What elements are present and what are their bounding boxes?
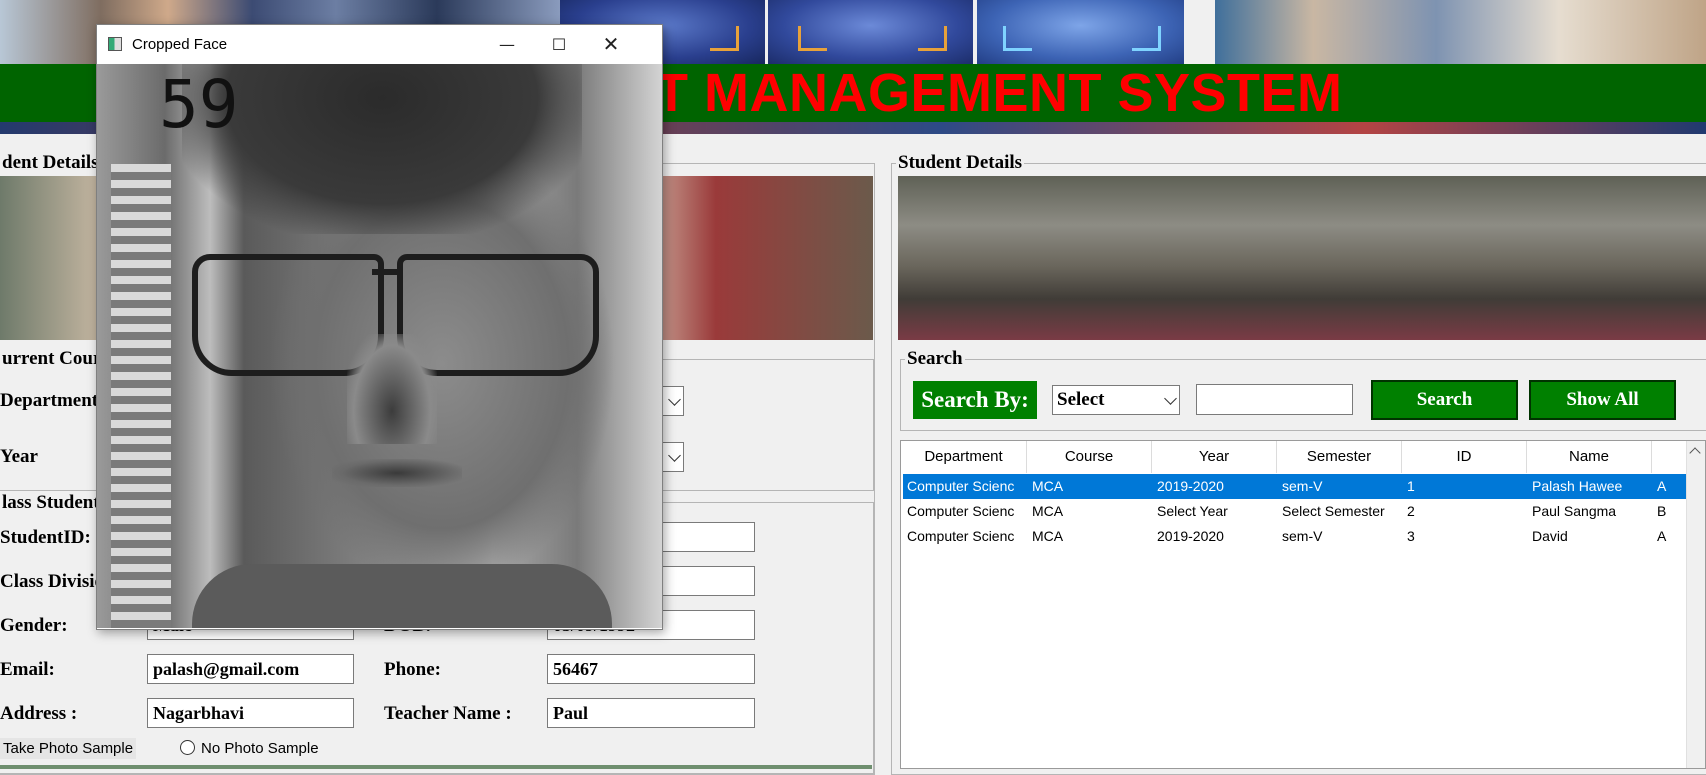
cell-year: 2019-2020 xyxy=(1157,478,1224,494)
table-row[interactable]: Computer Scienc MCA 2019-2020 sem-V 3 Da… xyxy=(903,524,1688,549)
radio-take-photo-label: Take Photo Sample xyxy=(3,740,134,757)
column-header-course[interactable]: Course xyxy=(1027,441,1152,473)
student-table: Department Course Year Semester ID Name … xyxy=(900,440,1706,769)
year-label: Year xyxy=(0,446,38,467)
app-window-icon xyxy=(108,37,122,51)
search-by-value: Select xyxy=(1057,389,1105,410)
cropped-face-window[interactable]: Cropped Face — ☐ ✕ 59 xyxy=(96,24,663,630)
phone-label: Phone: xyxy=(384,659,441,680)
column-header-more[interactable] xyxy=(1652,441,1688,473)
email-label: Email: xyxy=(0,659,55,680)
radio-no-photo-label: No Photo Sample xyxy=(201,740,319,757)
teacher-label: Teacher Name : xyxy=(384,703,512,724)
column-header-department[interactable]: Department xyxy=(901,441,1027,473)
cell-name: Paul Sangma xyxy=(1532,503,1617,519)
cell-semester: Select Semester xyxy=(1282,503,1385,519)
table-row[interactable]: Computer Scienc MCA Select Year Select S… xyxy=(903,499,1688,524)
address-field[interactable]: Nagarbhavi xyxy=(147,698,354,728)
cell-semester: sem-V xyxy=(1282,478,1323,494)
cell-year: Select Year xyxy=(1157,503,1228,519)
banner-image-classroom xyxy=(1215,0,1706,64)
cell-division: A xyxy=(1657,478,1667,494)
cell-name: Palash Hawee xyxy=(1532,478,1623,494)
banner-image-face-scan-3 xyxy=(977,0,1184,64)
glasses-bridge xyxy=(372,269,402,275)
class-division-label: Class Divisio xyxy=(0,571,104,592)
department-label: Department xyxy=(0,390,99,411)
banner-image-face-scan-2 xyxy=(768,0,973,64)
column-header-id[interactable]: ID xyxy=(1402,441,1527,473)
app-title: T MANAGEMENT SYSTEM xyxy=(655,63,1343,123)
cell-year: 2019-2020 xyxy=(1157,528,1224,544)
window-titlebar[interactable]: Cropped Face — ☐ ✕ xyxy=(97,25,662,64)
cell-course: MCA xyxy=(1032,503,1064,519)
radio-no-photo-sample[interactable]: No Photo Sample xyxy=(180,740,319,757)
cell-department: Computer Scienc xyxy=(907,503,1015,519)
cell-course: MCA xyxy=(1032,528,1064,544)
table-vertical-scrollbar[interactable] xyxy=(1686,441,1705,768)
phone-field[interactable]: 56467 xyxy=(547,654,755,684)
right-frame-label: Student Details xyxy=(896,152,1025,174)
search-frame-label: Search xyxy=(905,348,965,370)
face-shirt xyxy=(192,564,612,628)
class-student-label: lass Student xyxy=(0,492,102,514)
cell-name: David xyxy=(1532,528,1568,544)
search-by-label: Search By: xyxy=(913,381,1037,419)
left-frame-label: dent Details xyxy=(0,152,101,174)
address-label: Address : xyxy=(0,703,78,724)
button-bar-edge xyxy=(0,765,872,769)
background-window-grill xyxy=(111,164,171,628)
cropped-face-image: 59 xyxy=(97,64,662,628)
teacher-field[interactable]: Paul xyxy=(547,698,755,728)
search-by-select[interactable]: Select xyxy=(1052,385,1180,415)
cell-id: 1 xyxy=(1407,478,1415,494)
cell-id: 2 xyxy=(1407,503,1415,519)
radio-take-photo-sample[interactable]: Take Photo Sample xyxy=(0,738,137,759)
show-all-button[interactable]: Show All xyxy=(1529,380,1676,420)
gender-label: Gender: xyxy=(0,615,68,636)
cell-department: Computer Scienc xyxy=(907,478,1015,494)
chevron-down-icon xyxy=(668,449,681,462)
minimize-icon[interactable]: — xyxy=(481,25,533,64)
scroll-up-icon[interactable] xyxy=(1689,447,1701,459)
column-header-semester[interactable]: Semester xyxy=(1277,441,1402,473)
table-row[interactable]: Computer Scienc MCA 2019-2020 sem-V 1 Pa… xyxy=(903,474,1688,499)
studentid-label: StudentID: xyxy=(0,527,91,548)
cell-semester: sem-V xyxy=(1282,528,1323,544)
face-nose xyxy=(347,334,437,444)
cell-division: A xyxy=(1657,528,1667,544)
chevron-down-icon xyxy=(668,393,681,406)
email-field[interactable]: palash@gmail.com xyxy=(147,654,354,684)
column-header-name[interactable]: Name xyxy=(1527,441,1652,473)
cell-division: B xyxy=(1657,503,1667,519)
classroom-photo-right xyxy=(898,176,1706,340)
cell-id: 3 xyxy=(1407,528,1415,544)
search-button[interactable]: Search xyxy=(1371,380,1518,420)
search-input[interactable] xyxy=(1196,384,1353,415)
column-header-year[interactable]: Year xyxy=(1152,441,1277,473)
face-mouth xyxy=(332,459,462,487)
face-hair xyxy=(182,64,582,234)
window-title: Cropped Face xyxy=(132,36,228,53)
cell-course: MCA xyxy=(1032,478,1064,494)
maximize-icon[interactable]: ☐ xyxy=(533,25,585,64)
cell-department: Computer Scienc xyxy=(907,528,1015,544)
face-confidence-text: 59 xyxy=(159,66,239,143)
close-icon[interactable]: ✕ xyxy=(585,25,637,64)
radio-circle-icon xyxy=(180,740,195,755)
chevron-down-icon xyxy=(1164,392,1177,405)
current-course-label: urrent Cours xyxy=(0,348,111,370)
